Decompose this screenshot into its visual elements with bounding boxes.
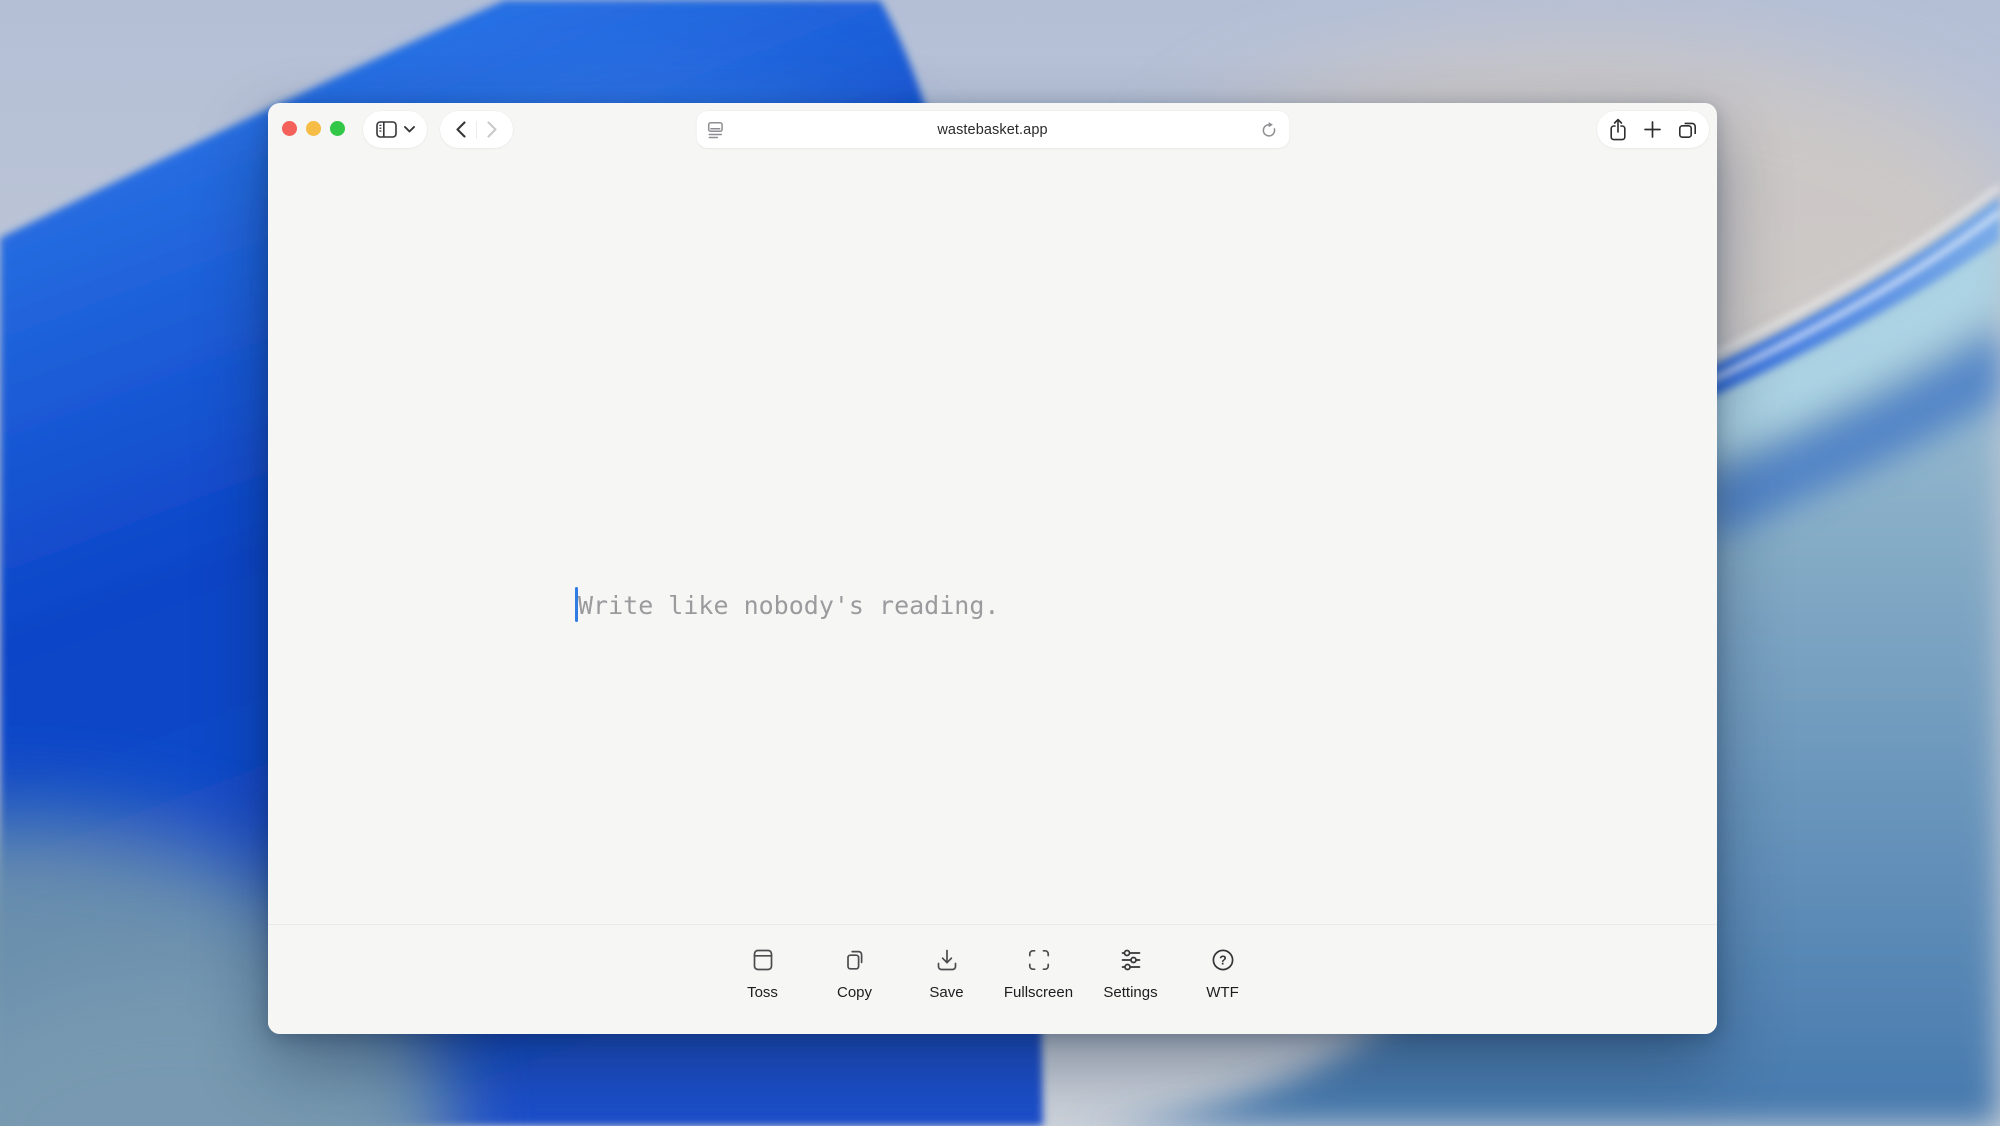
save-label: Save — [929, 984, 963, 1001]
save-button[interactable]: Save — [901, 925, 993, 1001]
forward-button[interactable] — [477, 111, 507, 148]
sidebar-toggle-icon — [376, 121, 397, 138]
share-icon — [1608, 118, 1628, 141]
reader-page-icon — [707, 121, 723, 138]
navigation-controls — [440, 111, 513, 148]
window-actions — [1597, 111, 1709, 148]
tabs-overview-icon — [1677, 119, 1698, 140]
reload-icon — [1260, 121, 1277, 138]
download-icon — [934, 947, 960, 973]
traffic-lights — [282, 121, 345, 136]
close-button[interactable] — [282, 121, 297, 136]
share-button[interactable] — [1608, 118, 1628, 141]
editor-placeholder: Write like nobody's reading. — [578, 589, 999, 622]
new-tab-icon — [1644, 121, 1661, 138]
wtf-label: WTF — [1206, 984, 1238, 1001]
browser-window: wastebasket.app — [268, 103, 1717, 1034]
browser-toolbar: wastebasket.app — [268, 103, 1717, 157]
fullscreen-icon — [1026, 947, 1052, 973]
action-toolbar: Toss Copy Save Fullscreen — [268, 924, 1717, 1034]
minimize-button[interactable] — [306, 121, 321, 136]
sliders-icon — [1118, 947, 1144, 973]
fullscreen-button[interactable]: Fullscreen — [993, 925, 1085, 1001]
page-format-button[interactable] — [707, 121, 723, 138]
copy-icon — [842, 947, 868, 973]
settings-label: Settings — [1103, 984, 1157, 1001]
zoom-button[interactable] — [330, 121, 345, 136]
sidebar-controls — [363, 111, 427, 148]
editor-area[interactable]: Write like nobody's reading. — [268, 157, 1717, 924]
wastebasket-icon — [750, 947, 776, 973]
copy-label: Copy — [837, 984, 872, 1001]
forward-icon — [487, 121, 497, 138]
new-tab-button[interactable] — [1644, 121, 1661, 138]
toss-label: Toss — [747, 984, 778, 1001]
back-icon — [456, 121, 466, 138]
back-button[interactable] — [446, 111, 476, 148]
sidebar-toggle-button[interactable] — [376, 121, 397, 138]
chevron-down-icon — [404, 126, 415, 133]
question-mark-glyph: ? — [1219, 954, 1227, 968]
toss-button[interactable]: Toss — [717, 925, 809, 1001]
address-bar[interactable]: wastebasket.app — [696, 111, 1289, 148]
wtf-button[interactable]: ? WTF — [1177, 925, 1269, 1001]
fullscreen-label: Fullscreen — [1004, 984, 1073, 1001]
sidebar-menu-button[interactable] — [404, 126, 415, 133]
question-icon: ? — [1210, 947, 1236, 973]
tabs-overview-button[interactable] — [1677, 119, 1698, 140]
url-text: wastebasket.app — [696, 122, 1289, 138]
settings-button[interactable]: Settings — [1085, 925, 1177, 1001]
reload-button[interactable] — [1260, 121, 1277, 138]
copy-button[interactable]: Copy — [809, 925, 901, 1001]
